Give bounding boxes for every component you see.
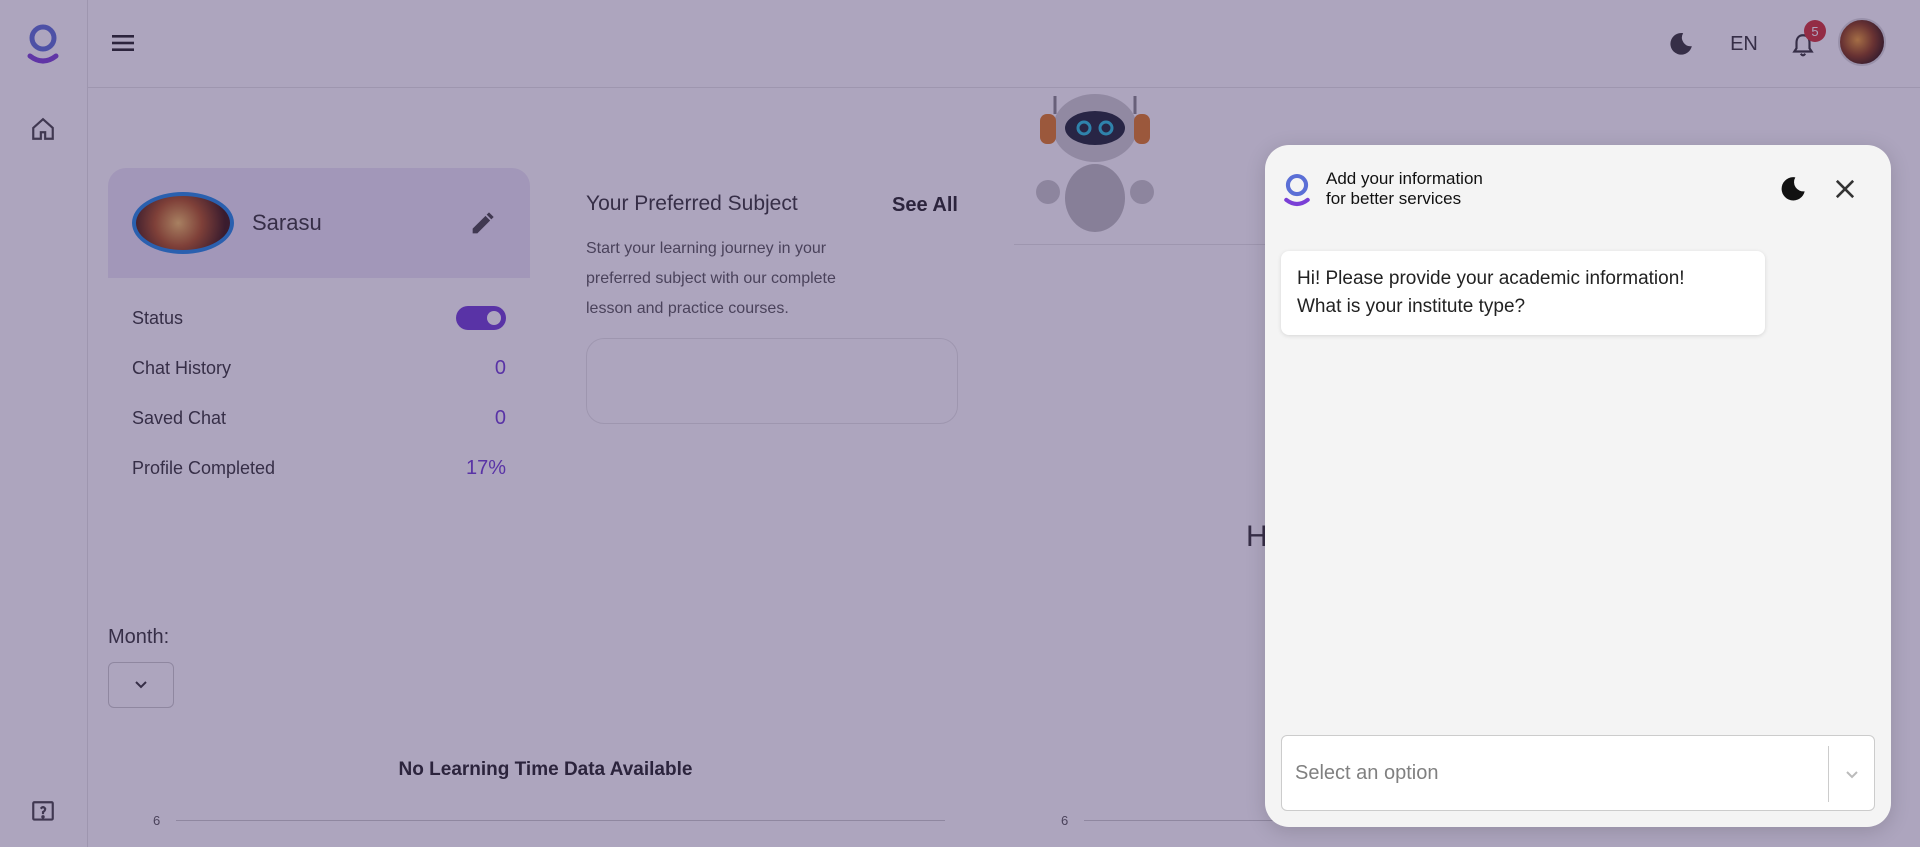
institute-type-select[interactable]: Select an option	[1281, 735, 1875, 811]
close-icon[interactable]	[1831, 175, 1859, 203]
moon-icon[interactable]	[1779, 175, 1807, 203]
modal-title-line: Add your information	[1326, 169, 1483, 188]
bot-message-line: Hi! Please provide your academic informa…	[1297, 268, 1685, 289]
bot-message-bubble: Hi! Please provide your academic informa…	[1281, 251, 1765, 335]
modal-title-line: for better services	[1326, 189, 1462, 208]
select-separator	[1828, 746, 1829, 802]
bot-message-line: What is your institute type?	[1297, 296, 1526, 317]
app-logo	[1284, 173, 1310, 207]
modal-title: Add your information for better services	[1326, 169, 1586, 209]
chevron-down-icon[interactable]	[1842, 764, 1862, 784]
select-placeholder: Select an option	[1295, 762, 1439, 784]
info-chat-modal: Add your information for better services…	[1265, 145, 1891, 827]
